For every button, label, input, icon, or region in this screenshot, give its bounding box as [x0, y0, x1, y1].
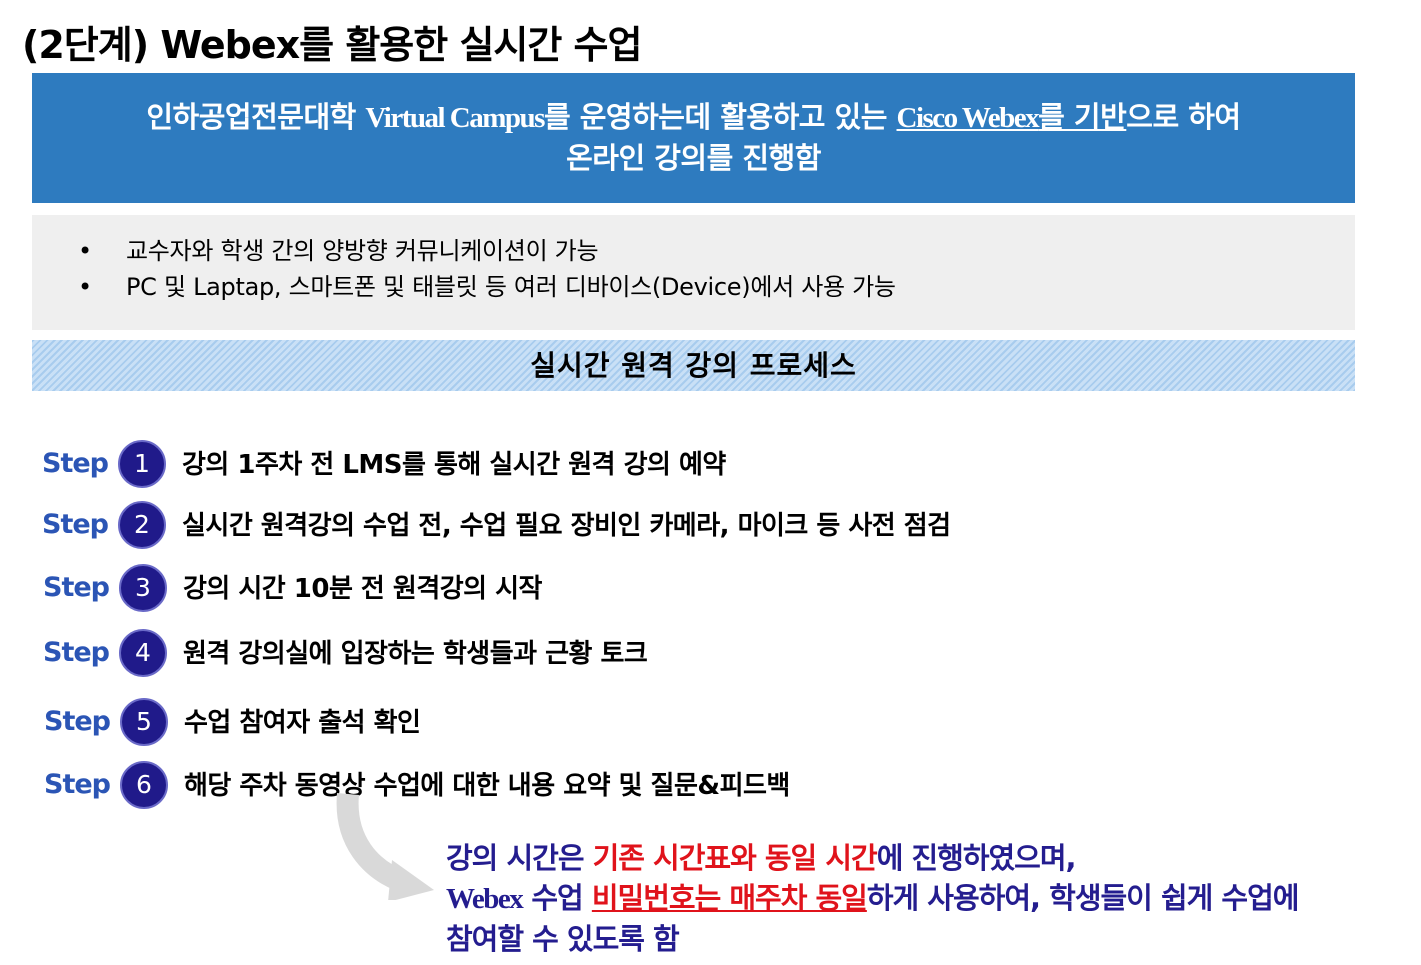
bullet-text: 교수자와 학생 간의 양방향 커뮤니케이션이 가능: [126, 237, 599, 265]
step-number-badge: 6: [120, 761, 168, 809]
banner-underlined-text: 를 기반: [1038, 100, 1127, 134]
note-text: 에 진행하였으며,: [876, 841, 1077, 875]
process-header: 실시간 원격 강의 프로세스: [32, 340, 1355, 391]
step-number-badge: 1: [118, 440, 166, 488]
note-text: 하게 사용하여, 학생들이 쉽게 수업에: [866, 881, 1300, 915]
step-label: Step: [42, 448, 109, 479]
bullet-dot: •: [78, 273, 92, 301]
banner-line-1: 인하공업전문대학 Virtual Campus를 운영하는데 활용하고 있는 C…: [32, 97, 1355, 138]
step-text: 해당 주차 동영상 수업에 대한 내용 요약 및 질문&피드백: [184, 771, 790, 801]
note-line-1: 강의 시간은 기존 시간표와 동일 시간에 진행하였으며,: [446, 838, 1298, 878]
info-note: 강의 시간은 기존 시간표와 동일 시간에 진행하였으며, Webex 수업 비…: [446, 838, 1300, 959]
curved-arrow-icon: [336, 793, 434, 900]
page-title: (2단계) Webex를 활용한 실시간 수업: [22, 23, 642, 67]
note-line-2: Webex 수업 비밀번호는 매주차 동일하게 사용하여, 학생들이 쉽게 수업…: [446, 878, 1300, 919]
step-label: Step: [43, 637, 110, 668]
step-text: 실시간 원격강의 수업 전, 수업 필요 장비인 카메라, 마이크 등 사전 점…: [182, 511, 951, 541]
step-number-badge: 4: [119, 629, 167, 677]
step-text: 원격 강의실에 입장하는 학생들과 근황 토크: [183, 639, 648, 669]
intro-banner: 인하공업전문대학 Virtual Campus를 운영하는데 활용하고 있는 C…: [32, 73, 1355, 203]
banner-text: 인하공업전문대학: [146, 100, 366, 134]
virtual-campus-text: Virtual Campus: [365, 102, 545, 134]
step-text: 수업 참여자 출석 확인: [184, 708, 421, 738]
bullet-dot: •: [78, 237, 92, 265]
step-number-badge: 3: [119, 564, 167, 612]
step-label: Step: [44, 769, 111, 800]
banner-line-2: 온라인 강의를 진행함: [566, 141, 821, 175]
step-number-badge: 5: [120, 698, 168, 746]
step-text: 강의 1주차 전 LMS를 통해 실시간 원격 강의 예약: [182, 450, 726, 480]
bullet-text: PC 및 Laptap, 스마트폰 및 태블릿 등 여러 디바이스(Device…: [126, 273, 896, 301]
step-label: Step: [42, 509, 109, 540]
step-number-badge: 2: [118, 501, 166, 549]
cisco-webex-text: Cisco Webex: [896, 102, 1040, 134]
banner-text: 를 운영하는데 활용하고 있는: [543, 100, 897, 134]
step-label: Step: [43, 572, 110, 603]
note-text: 강의 시간은: [446, 841, 593, 875]
banner-text: 으로 하여: [1126, 100, 1241, 134]
webex-text: Webex: [446, 883, 524, 915]
note-highlight: 기존 시간표와 동일 시간: [592, 841, 878, 875]
note-line-3: 참여할 수 있도록 함: [446, 922, 680, 956]
note-text: 수업: [522, 881, 592, 915]
step-label: Step: [44, 706, 111, 737]
note-highlight-underlined: 비밀번호는 매주차 동일: [591, 881, 868, 915]
step-text: 강의 시간 10분 전 원격강의 시작: [183, 574, 542, 604]
